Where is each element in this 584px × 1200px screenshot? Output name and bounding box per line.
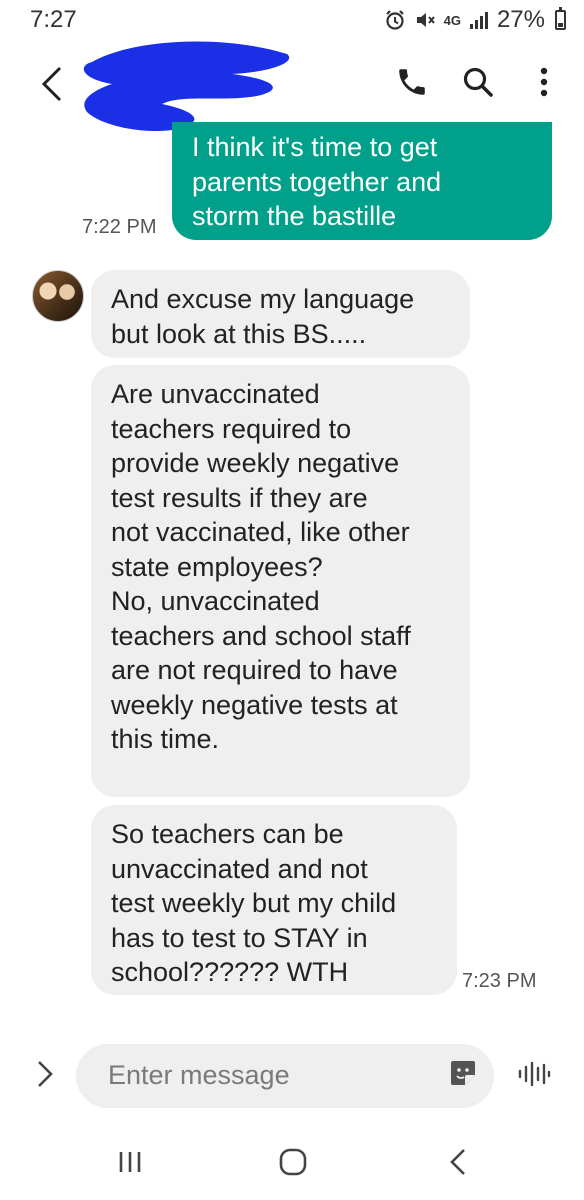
received-message-bubble[interactable]: Are unvaccinated teachers required to pr… xyxy=(91,365,470,797)
mute-icon xyxy=(414,9,436,31)
battery-icon xyxy=(555,7,566,30)
message-line: And excuse my language xyxy=(111,284,415,314)
recent-apps-icon xyxy=(117,1150,143,1179)
contact-name-redaction xyxy=(72,34,302,134)
message-line: this time. xyxy=(111,724,220,754)
message-timestamp: 7:23 PM xyxy=(462,970,537,992)
message-line: No, unvaccinated xyxy=(111,586,320,616)
search-icon xyxy=(462,66,494,103)
message-line: provide weekly negative xyxy=(111,448,400,478)
message-input[interactable]: Enter message xyxy=(76,1044,494,1108)
phone-icon xyxy=(395,65,429,104)
home-button[interactable] xyxy=(269,1144,317,1184)
battery-level-fill xyxy=(558,22,563,27)
recent-apps-button[interactable] xyxy=(106,1144,154,1184)
message-line: state employees? xyxy=(111,551,323,582)
more-vertical-icon xyxy=(539,66,549,103)
message-timestamp: 7:22 PM xyxy=(82,216,157,238)
back-arrow-icon xyxy=(40,66,64,107)
message-line: weekly negative tests at xyxy=(111,689,398,720)
message-line: but look at this BS..... xyxy=(111,318,367,349)
message-line: I think it's time to get xyxy=(192,132,438,162)
message-line: unvaccinated and not xyxy=(111,853,368,884)
message-line: test results if they are xyxy=(111,482,368,513)
sticker-button[interactable] xyxy=(446,1058,480,1092)
back-nav-button[interactable] xyxy=(434,1144,482,1184)
message-input-placeholder: Enter message xyxy=(108,1060,290,1090)
alarm-icon xyxy=(384,9,406,31)
status-icons: 4G 27% xyxy=(384,6,566,34)
sent-message-bubble[interactable]: I think it's time to get parents togethe… xyxy=(172,122,552,240)
message-line: Are unvaccinated xyxy=(111,379,320,409)
message-line: teachers required to xyxy=(111,413,352,444)
network-type: 4G xyxy=(443,12,461,28)
more-options-button[interactable] xyxy=(524,60,564,108)
contact-avatar[interactable] xyxy=(32,270,84,322)
message-line: test weekly but my child xyxy=(111,888,397,918)
expand-chevron-icon xyxy=(37,1060,53,1093)
message-line: are not required to have xyxy=(111,655,398,685)
battery-percent: 27% xyxy=(496,6,545,33)
call-button[interactable] xyxy=(392,60,432,108)
back-button[interactable] xyxy=(30,62,74,110)
home-icon xyxy=(279,1148,307,1181)
header-actions xyxy=(392,60,564,108)
received-message-bubble[interactable]: So teachers can be unvaccinated and not … xyxy=(91,805,457,995)
expand-button[interactable] xyxy=(28,1058,62,1094)
system-navigation-bar xyxy=(0,1130,584,1200)
message-line: school?????? WTH xyxy=(111,957,349,987)
search-button[interactable] xyxy=(458,60,498,108)
back-icon xyxy=(450,1148,466,1181)
message-line: storm the bastille xyxy=(192,201,397,231)
voice-record-button[interactable] xyxy=(514,1058,554,1094)
voice-waveform-icon xyxy=(517,1060,551,1093)
message-list: 7:22 PM I think it's time to get parents… xyxy=(0,122,584,1028)
composer-bar: Enter message xyxy=(0,1040,584,1112)
conversation-header xyxy=(0,40,584,132)
message-line: not vaccinated, like other xyxy=(111,517,410,547)
status-time: 7:27 xyxy=(30,6,77,33)
sticker-icon xyxy=(447,1057,479,1094)
message-line: has to test to STAY in xyxy=(111,922,368,953)
received-message-bubble[interactable]: And excuse my language but look at this … xyxy=(91,270,470,358)
signal-icon xyxy=(469,10,489,30)
message-line: So teachers can be xyxy=(111,819,344,849)
message-line: parents together and xyxy=(192,166,442,197)
message-line: teachers and school staff xyxy=(111,620,411,651)
